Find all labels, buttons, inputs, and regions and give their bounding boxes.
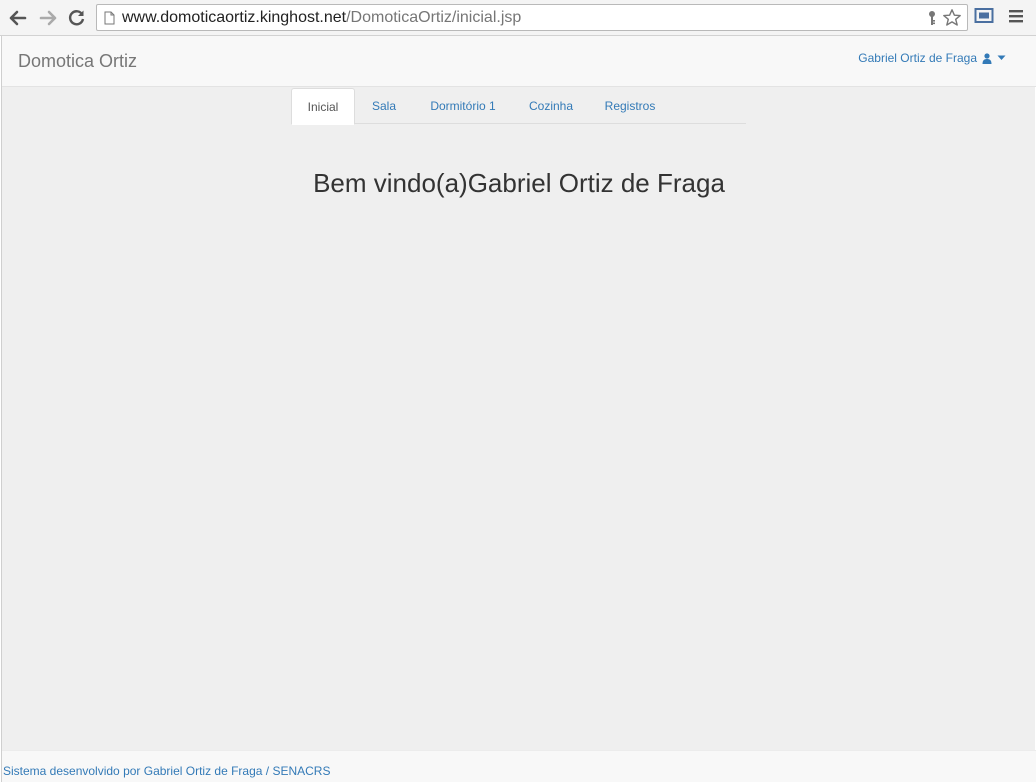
user-menu[interactable]: Gabriel Ortiz de Fraga: [858, 51, 1006, 65]
tab-registros[interactable]: Registros: [593, 88, 667, 124]
key-icon[interactable]: [927, 10, 937, 31]
address-bar[interactable]: www.domoticaortiz.kinghost.net/DomoticaO…: [96, 4, 968, 31]
footer: Sistema desenvolvido por Gabriel Ortiz d…: [2, 750, 1036, 782]
url-text: www.domoticaortiz.kinghost.net/DomoticaO…: [122, 9, 521, 27]
back-icon[interactable]: [6, 6, 30, 30]
url-host: www.domoticaortiz.kinghost.net: [122, 9, 347, 26]
menu-icon[interactable]: [1008, 8, 1024, 29]
fullscreen-icon[interactable]: [974, 7, 994, 30]
navbar: Domotica Ortiz Gabriel Ortiz de Fraga: [2, 36, 1036, 87]
user-name: Gabriel Ortiz de Fraga: [858, 51, 977, 65]
brand-title[interactable]: Domotica Ortiz: [18, 51, 137, 72]
bookmark-star-icon[interactable]: [942, 8, 962, 33]
footer-credit[interactable]: Sistema desenvolvido por Gabriel Ortiz d…: [3, 764, 330, 778]
page-icon: [104, 11, 115, 30]
browser-toolbar: www.domoticaortiz.kinghost.net/DomoticaO…: [0, 0, 1036, 36]
caret-down-icon: [997, 55, 1006, 61]
tab-sala[interactable]: Sala: [359, 88, 409, 124]
tab-cozinha[interactable]: Cozinha: [519, 88, 583, 124]
forward-icon[interactable]: [36, 6, 60, 30]
reload-icon[interactable]: [65, 6, 89, 30]
tab-bar: Inicial Sala Dormitório 1 Cozinha Regist…: [291, 88, 746, 125]
url-path: /DomoticaOrtiz/inicial.jsp: [346, 9, 522, 26]
user-icon: [982, 52, 992, 64]
tab-inicial[interactable]: Inicial: [291, 88, 355, 125]
tab-dormitorio-1[interactable]: Dormitório 1: [417, 88, 509, 124]
welcome-heading: Bem vindo(a)Gabriel Ortiz de Fraga: [313, 168, 725, 198]
page-content: Domotica Ortiz Gabriel Ortiz de Fraga In…: [1, 36, 1036, 782]
